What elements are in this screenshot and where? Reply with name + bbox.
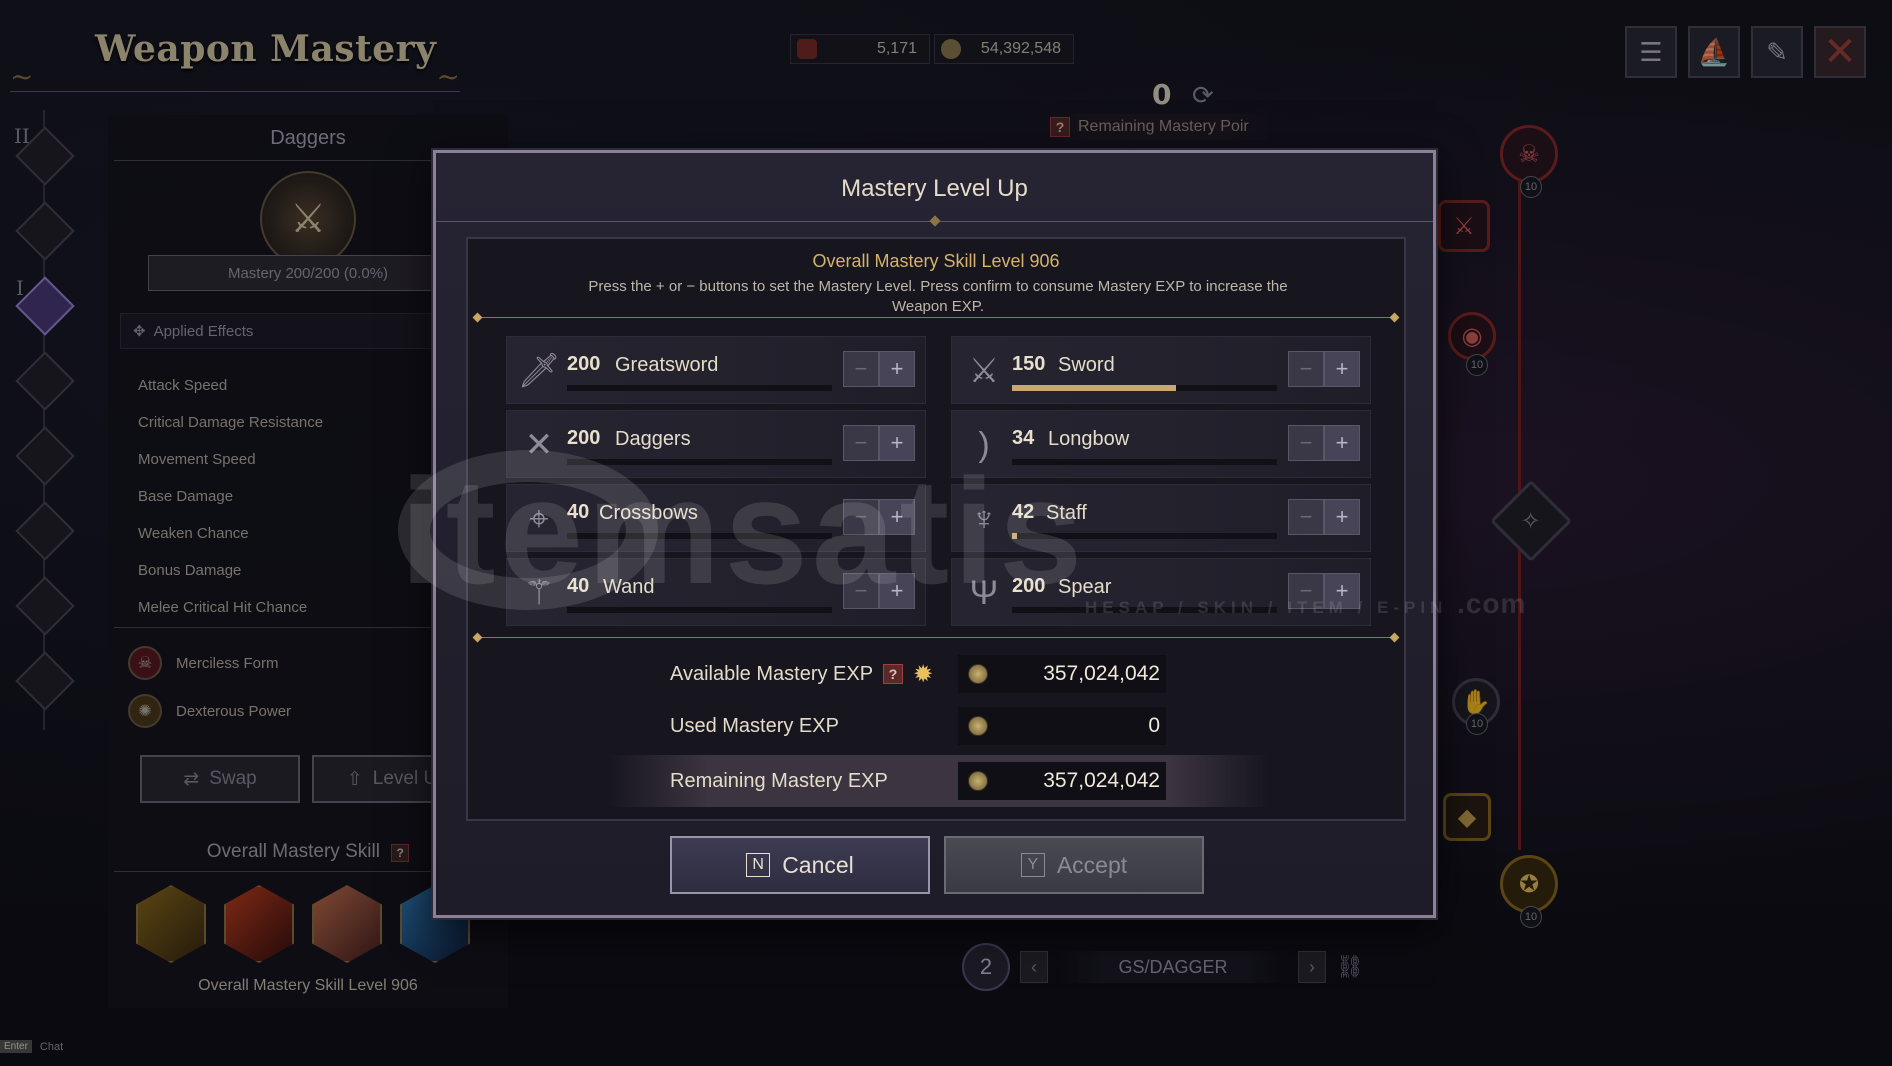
weapon-name: Staff [1046, 502, 1087, 524]
level-stepper: − + [843, 573, 915, 609]
level-stepper: − + [843, 425, 915, 461]
wand-icon: ⚚ [523, 574, 555, 612]
weapon-level: 200 [1012, 575, 1046, 597]
cancel-key-hint: N [746, 853, 771, 877]
exp-coin-icon [968, 716, 988, 736]
weapon-level: 150 [1012, 353, 1046, 375]
weapon-card-staff: ♆ 42 Staff − + [951, 484, 1371, 552]
weapon-card-daggers: ✕ 200 Daggers − + [506, 410, 926, 478]
decrease-button[interactable]: − [843, 499, 879, 535]
available-exp-value-box: 357,024,042 [958, 655, 1166, 693]
cancel-button[interactable]: N Cancel [670, 836, 930, 894]
weapon-name: Longbow [1048, 428, 1130, 450]
divider [474, 317, 1398, 318]
remaining-exp-value-box: 357,024,042 [958, 762, 1166, 800]
used-exp-value: 0 [1148, 714, 1160, 737]
remaining-exp-row: Remaining Mastery EXP 357,024,042 [608, 755, 1268, 807]
level-stepper: − + [1288, 351, 1360, 387]
overall-skill-level: Overall Mastery Skill Level 906 [812, 251, 1060, 271]
divider [436, 221, 1433, 222]
decrease-button[interactable]: − [843, 573, 879, 609]
used-exp-label: Used Mastery EXP [670, 714, 839, 737]
weapon-progress-fill [1012, 533, 1018, 539]
increase-button[interactable]: + [879, 499, 915, 535]
available-exp-label-group: Available Mastery EXP ? ✹ [670, 660, 933, 689]
weapon-level: 40 [567, 501, 590, 523]
weapon-card-sword: ⚔ 150 Sword − + [951, 336, 1371, 404]
available-exp-value: 357,024,042 [1043, 662, 1160, 685]
used-exp-row: Used Mastery EXP 0 [608, 703, 1268, 749]
used-exp-value-box: 0 [958, 707, 1166, 745]
weapon-progress-bar [567, 459, 832, 465]
exp-coin-icon [968, 664, 988, 684]
weapon-progress-bar [1012, 385, 1277, 391]
crossbow-icon: ⌖ [529, 499, 549, 538]
weapon-name: Greatsword [615, 354, 719, 376]
increase-button[interactable]: + [879, 425, 915, 461]
increase-button[interactable]: + [879, 573, 915, 609]
cancel-label: Cancel [782, 851, 854, 878]
accept-label: Accept [1056, 851, 1128, 878]
increase-button[interactable]: + [879, 351, 915, 387]
level-stepper: − + [843, 499, 915, 535]
instructions-text: Press the + or − buttons to set the Mast… [588, 278, 1288, 315]
watermark-subtitle-text: HESAP / SKIN / ITEM / E-PIN [1085, 598, 1448, 617]
weapon-progress-fill [1012, 385, 1177, 391]
weapon-card-crossbows: ⌖ 40 Crossbows − + [506, 484, 926, 552]
accept-button[interactable]: Y Accept [944, 836, 1204, 894]
staff-icon: ♆ [971, 499, 997, 538]
weapon-level: 200 [567, 427, 601, 449]
weapon-progress-bar [567, 533, 832, 539]
decrease-button[interactable]: − [1288, 351, 1324, 387]
level-stepper: − + [843, 351, 915, 387]
remaining-exp-label: Remaining Mastery EXP [670, 769, 888, 792]
weapon-level: 200 [567, 353, 601, 375]
sun-icon: ✹ [913, 660, 934, 688]
mastery-level-up-dialog: Mastery Level Up Overall Mastery Skill L… [433, 150, 1436, 918]
spear-icon: Ψ [969, 573, 999, 612]
weapon-name: Crossbows [599, 502, 698, 524]
available-exp-label: Available Mastery EXP [670, 662, 874, 685]
greatsword-icon: 🗡 [517, 352, 561, 390]
increase-button[interactable]: + [1324, 499, 1360, 535]
weapon-progress-bar [567, 607, 832, 613]
sword-icon: ⚔ [968, 352, 1000, 390]
watermark-domain: .com [1457, 588, 1527, 619]
dialog-title: Mastery Level Up [841, 175, 1028, 202]
weapon-progress-bar [1012, 459, 1277, 465]
weapon-level: 34 [1012, 427, 1035, 449]
divider [474, 637, 1398, 638]
weapon-card-greatsword: 🗡 200 Greatsword − + [506, 336, 926, 404]
exp-coin-icon [968, 771, 988, 791]
longbow-icon: ) [978, 425, 990, 464]
weapon-card-wand: ⚚ 40 Wand − + [506, 558, 926, 626]
increase-button[interactable]: + [1324, 425, 1360, 461]
decrease-button[interactable]: − [843, 351, 879, 387]
level-stepper: − + [1288, 425, 1360, 461]
weapon-name: Wand [603, 576, 655, 598]
decrease-button[interactable]: − [1288, 499, 1324, 535]
weapon-name: Sword [1058, 354, 1115, 376]
weapon-level: 42 [1012, 501, 1035, 523]
weapon-name: Daggers [615, 428, 691, 450]
available-exp-row: Available Mastery EXP ? ✹ 357,024,042 [608, 651, 1268, 697]
watermark-subtitle: HESAP / SKIN / ITEM / E-PIN .com [1085, 588, 1526, 620]
weapon-level: 40 [567, 575, 590, 597]
weapon-progress-bar [567, 385, 832, 391]
daggers-icon: ✕ [524, 426, 554, 464]
decrease-button[interactable]: − [843, 425, 879, 461]
help-icon[interactable]: ? [883, 664, 904, 684]
remaining-exp-value: 357,024,042 [1043, 769, 1160, 792]
weapon-card-longbow: ) 34 Longbow − + [951, 410, 1371, 478]
increase-button[interactable]: + [1324, 351, 1360, 387]
weapon-progress-bar [1012, 533, 1277, 539]
level-stepper: − + [1288, 499, 1360, 535]
decrease-button[interactable]: − [1288, 425, 1324, 461]
dialog-content: Overall Mastery Skill Level 906 Press th… [466, 237, 1406, 821]
accept-key-hint: Y [1020, 853, 1045, 877]
